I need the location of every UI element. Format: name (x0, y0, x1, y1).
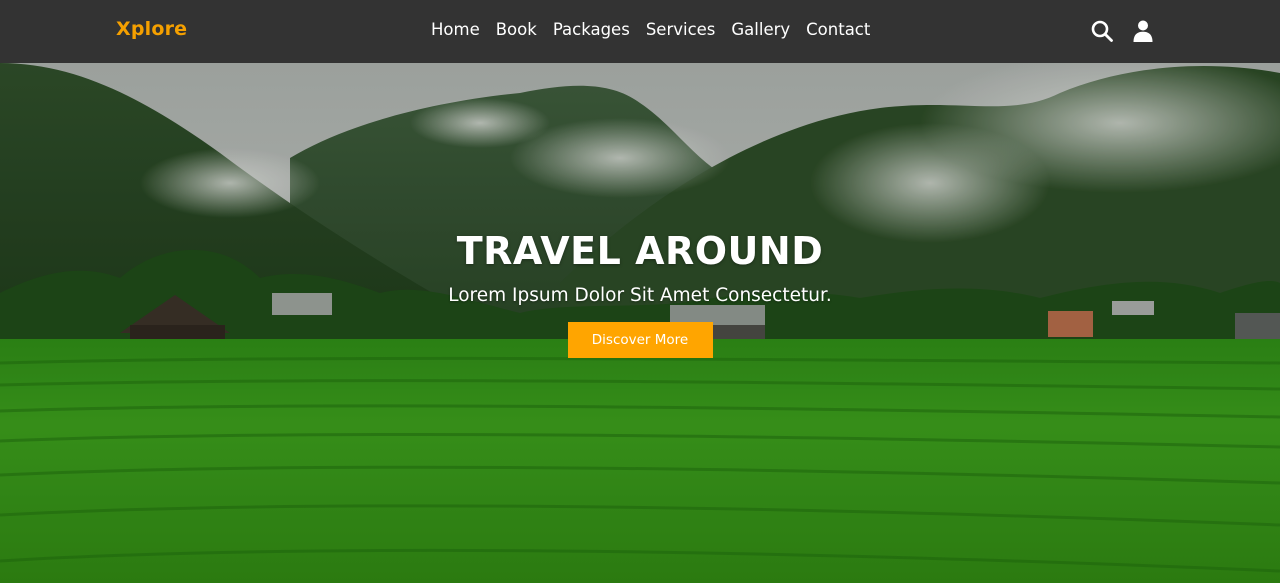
discover-more-button[interactable]: Discover More (567, 322, 713, 358)
hero-section: TRAVEL AROUND Lorem Ipsum Dolor Sit Amet… (0, 63, 1280, 583)
hero-content: TRAVEL AROUND Lorem Ipsum Dolor Sit Amet… (0, 229, 1280, 358)
main-nav: Home Book Packages Services Gallery Cont… (431, 20, 886, 39)
navbar: Xplore Home Book Packages Services Galle… (0, 0, 1280, 63)
brand-logo[interactable]: Xplore (116, 18, 187, 40)
search-icon[interactable] (1090, 19, 1114, 43)
nav-gallery[interactable]: Gallery (731, 20, 790, 39)
nav-contact[interactable]: Contact (806, 20, 870, 39)
nav-book[interactable]: Book (496, 20, 537, 39)
nav-services[interactable]: Services (646, 20, 716, 39)
nav-home[interactable]: Home (431, 20, 480, 39)
hero-subtitle: Lorem Ipsum Dolor Sit Amet Consectetur. (448, 285, 832, 306)
nav-icons (1090, 19, 1155, 43)
nav-packages[interactable]: Packages (553, 20, 630, 39)
user-icon[interactable] (1131, 19, 1155, 43)
hero-title: TRAVEL AROUND (456, 229, 824, 273)
